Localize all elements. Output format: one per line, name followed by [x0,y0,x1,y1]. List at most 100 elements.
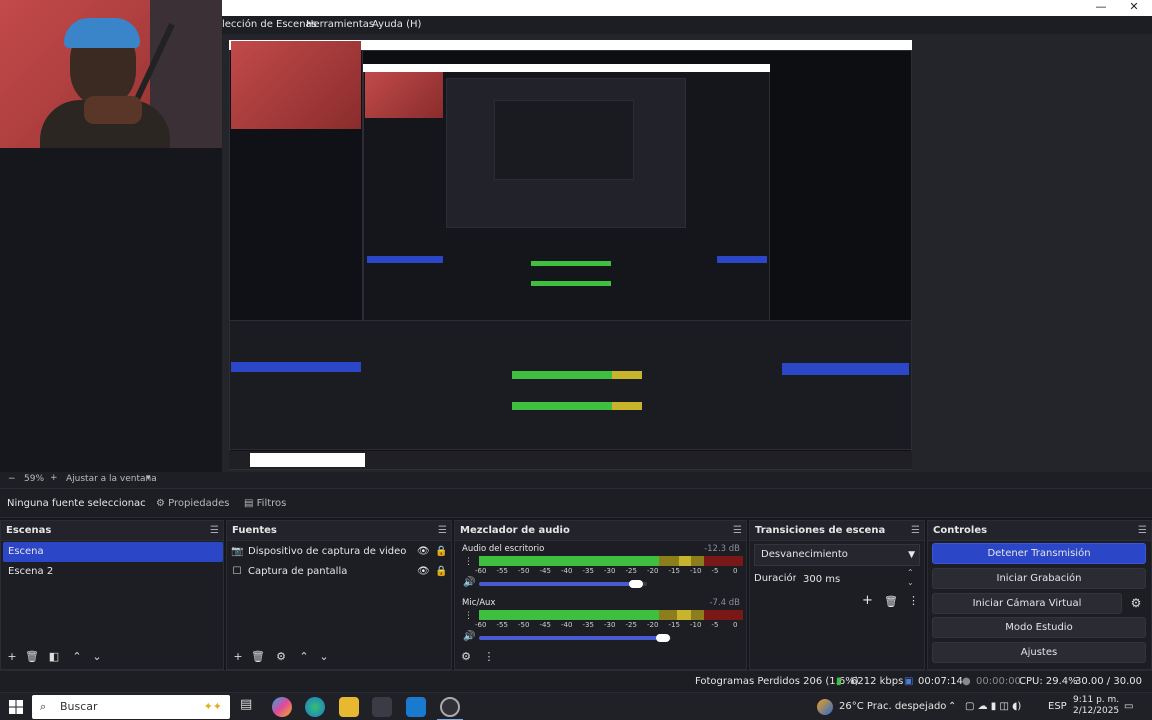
filter-icon: ▤ [244,498,254,509]
gear-icon[interactable]: ⚙ [272,647,290,667]
stream-icon: ▣ [904,676,914,687]
filters-button[interactable]: ▤ Filtros [236,493,294,515]
virtual-camera-settings-icon[interactable]: ⚙ [1126,593,1146,614]
transition-select[interactable]: Desvanecimiento ▼ [754,544,920,566]
channel-meter [479,610,743,620]
taskbar-search[interactable]: ⌕ Buscar ✦✦ [32,695,230,719]
menu-scene-collection[interactable]: lección de Escenas [222,16,317,34]
lock-icon[interactable]: 🔒 [435,542,447,562]
add-icon[interactable]: + [229,647,247,667]
copilot-icon[interactable] [272,697,292,717]
tray-icons[interactable]: ▢ ☁ ▮ ◫ ◖) [965,693,1021,720]
properties-button[interactable]: ⚙ Propiedades [148,493,237,515]
language-indicator[interactable]: ESP [1048,693,1067,720]
add-icon[interactable]: + [862,593,873,608]
signal-icon: ▮ [836,676,842,687]
dock-menu-icon[interactable]: ☰ [210,521,219,541]
menu-help[interactable]: Ayuda (H) [372,16,421,34]
studio-mode-button[interactable]: Modo Estudio [932,617,1146,638]
channel-menu-icon[interactable]: ⋮ [464,611,473,621]
move-down-icon[interactable]: ⌄ [88,647,106,667]
meter-tick-label: -35 [582,621,594,629]
task-view-icon[interactable]: ▤ [240,697,252,712]
nested-meter-4-yellow [612,402,642,410]
meter-tick-label: -50 [518,621,530,629]
nested-meter-4 [512,402,612,410]
filter-icon[interactable]: ◧ [45,647,63,667]
dock-menu-icon[interactable]: ☰ [911,521,920,541]
meter-tick-label: -45 [539,621,551,629]
move-up-icon[interactable]: ⌃ [68,647,86,667]
windows-start-icon[interactable] [8,699,24,715]
weather-text[interactable]: 26°C Prac. despejado [839,693,946,720]
eye-icon[interactable]: 👁 [417,542,430,562]
dock-menu-icon[interactable]: ☰ [1138,521,1147,541]
file-explorer-icon[interactable] [339,697,359,717]
lock-icon[interactable]: 🔒 [435,562,447,582]
maximize-button[interactable] [1088,0,1118,16]
record-time: 00:00:00 [976,676,1021,687]
transitions-dock: Transiciones de escena ☰ Desvanecimiento… [749,520,925,670]
dock-menu-icon[interactable]: ☰ [438,521,447,541]
monitor-icon: ☐ [232,566,242,577]
channel-menu-icon[interactable]: ⋮ [464,557,473,567]
source-item[interactable]: 📷 Dispositivo de captura de video 👁 🔒 [231,542,449,562]
speaker-icon[interactable]: 🔊 [463,577,475,588]
notification-icon[interactable]: ▭ [1124,693,1133,720]
mixer-menu-icon[interactable]: ⋮ [480,647,498,667]
settings-button[interactable]: Ajustes [932,642,1146,663]
clock[interactable]: 9:11 p. m. 2/12/2025 [1073,695,1119,717]
meter-tick-label: -60 [475,621,487,629]
zoom-dropdown-icon[interactable]: ▾ [146,473,151,483]
meter-tick-label: -15 [668,567,680,575]
store-icon[interactable] [372,697,392,717]
speaker-icon[interactable]: 🔊 [463,631,475,642]
start-virtual-camera-button[interactable]: Iniciar Cámara Virtual [932,593,1122,614]
nested-search [250,453,365,467]
nested-scene-active [231,362,361,372]
channel-name: Audio del escritorio [462,544,545,554]
nested-scene-highlight [367,256,443,263]
meter-tick-label: -25 [625,567,637,575]
scene-item[interactable]: Escena 2 [3,562,223,582]
add-icon[interactable]: + [3,647,21,667]
nested-docks [229,320,912,450]
move-down-icon[interactable]: ⌄ [315,647,333,667]
chevron-up-icon[interactable]: ⌃ [948,693,956,720]
source-item[interactable]: ☐ Captura de pantalla 👁 🔒 [231,562,449,582]
stop-streaming-button[interactable]: Detener Transmisión [932,543,1146,564]
duration-value: 300 ms [803,574,841,585]
move-up-icon[interactable]: ⌃ [295,647,313,667]
start-recording-button[interactable]: Iniciar Grabación [932,568,1146,589]
trash-icon[interactable]: 🗑 [249,647,267,667]
dock-menu-icon[interactable]: ☰ [733,521,742,541]
more-icon[interactable]: ⋮ [908,594,919,607]
menu-tools[interactable]: Herramientas [306,16,374,34]
sources-header: Fuentes ☰ [227,521,451,541]
scene-item[interactable]: Escena [3,542,223,562]
edge-icon[interactable] [305,697,325,717]
zoom-out-button[interactable]: − [8,474,16,484]
volume-slider-knob[interactable] [656,634,670,642]
obs-icon[interactable] [440,697,460,717]
trash-icon[interactable]: 🗑 [23,647,41,667]
status-bar: Fotogramas Perdidos 206 (1.6%) ▮ 6212 kb… [0,670,1152,709]
eye-icon[interactable]: 👁 [417,562,430,582]
camera-icon: 📷 [231,546,244,557]
nested-stop-button [717,256,767,263]
volume-slider-knob[interactable] [629,580,643,588]
duration-input[interactable]: 300 ms [796,569,906,591]
source-label: Captura de pantalla [248,566,348,577]
stepper-icon[interactable]: ⌃ ⌄ [907,568,914,588]
close-button[interactable]: ✕ [1119,0,1149,16]
meter-tick-label: -30 [604,567,616,575]
meter-tick-label: 0 [733,567,738,575]
mail-icon[interactable] [406,697,426,717]
nested-deeper-preview [494,100,634,180]
trash-icon[interactable]: 🗑 [884,595,898,608]
fit-to-window[interactable]: Ajustar a la ventana [66,474,157,484]
advanced-audio-icon[interactable]: ⚙ [457,647,475,667]
weather-icon[interactable] [817,699,833,715]
zoom-in-button[interactable]: + [50,473,58,483]
duration-label: Duración [754,573,800,584]
